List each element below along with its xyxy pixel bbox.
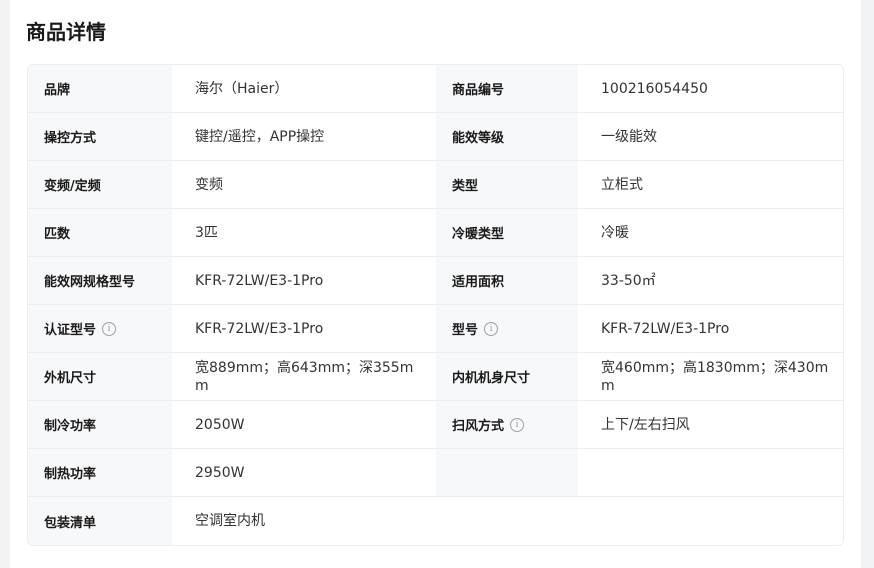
spec-value: 键控/遥控，APP操控 [195, 128, 325, 145]
spec-row: 操控方式 键控/遥控，APP操控 能效等级 一级能效 [28, 113, 843, 161]
spec-value: 2950W [195, 464, 245, 481]
spec-label: 包装清单 [28, 497, 172, 545]
section-title: 商品详情 [26, 20, 106, 44]
spec-value: 100216054450 [601, 80, 708, 97]
spec-label: 外机尺寸 [28, 353, 172, 400]
spec-value: 宽889mm；高643mm；深355mm [195, 359, 414, 394]
spec-row: 制冷功率 2050W 扫风方式 i 上下/左右扫风 [28, 401, 843, 449]
spec-row: 认证型号 i KFR-72LW/E3-1Pro 型号 i KFR-72LW/E3… [28, 305, 843, 353]
spec-label-with-info: 扫风方式 i [436, 401, 578, 448]
spec-label: 冷暖类型 [436, 209, 578, 256]
spec-value: 3匹 [195, 224, 218, 241]
spec-label: 内机机身尺寸 [436, 353, 578, 400]
spec-value: 空调室内机 [195, 513, 265, 529]
spec-label-with-info: 型号 i [436, 305, 578, 352]
spec-label: 适用面积 [436, 257, 578, 304]
spec-row: 能效网规格型号 KFR-72LW/E3-1Pro 适用面积 33-50㎡ [28, 257, 843, 305]
spec-row: 包装清单 空调室内机 [28, 497, 843, 545]
spec-value: 上下/左右扫风 [601, 416, 690, 433]
spec-row: 变频/定频 变频 类型 立柜式 [28, 161, 843, 209]
spec-value: 2050W [195, 416, 245, 433]
product-detail-panel: 商品详情 品牌 海尔（Haier） 商品编号 100216054450 操控方式… [10, 0, 861, 568]
spec-label-text: 型号 [452, 323, 479, 338]
spec-row: 外机尺寸 宽889mm；高643mm；深355mm 内机机身尺寸 宽460mm；… [28, 353, 843, 401]
spec-table: 品牌 海尔（Haier） 商品编号 100216054450 操控方式 键控/遥… [27, 64, 844, 546]
spec-label: 类型 [436, 161, 578, 208]
spec-value: 冷暖 [601, 224, 629, 241]
spec-value: KFR-72LW/E3-1Pro [195, 272, 324, 289]
spec-label: 制热功率 [28, 449, 172, 496]
spec-value: KFR-72LW/E3-1Pro [601, 320, 730, 337]
spec-label: 变频/定频 [28, 161, 172, 208]
info-icon[interactable]: i [510, 417, 525, 432]
spec-label: 能效等级 [436, 113, 578, 160]
spec-label: 能效网规格型号 [28, 257, 172, 304]
info-icon[interactable]: i [484, 321, 499, 336]
spec-label: 匹数 [28, 209, 172, 256]
spec-label-with-info: 认证型号 i [28, 305, 172, 352]
spec-label: 操控方式 [28, 113, 172, 160]
spec-row: 品牌 海尔（Haier） 商品编号 100216054450 [28, 65, 843, 113]
spec-value: 宽460mm；高1830mm；深430mm [601, 359, 829, 394]
spec-label: 品牌 [28, 65, 172, 112]
spec-row: 匹数 3匹 冷暖类型 冷暖 [28, 209, 843, 257]
spec-label-empty [436, 449, 578, 496]
spec-value: 一级能效 [601, 128, 657, 145]
info-icon[interactable]: i [102, 321, 117, 336]
spec-label-text: 认证型号 [44, 323, 97, 338]
spec-row: 制热功率 2950W [28, 449, 843, 497]
spec-label: 制冷功率 [28, 401, 172, 448]
spec-label: 商品编号 [436, 65, 578, 112]
spec-value: 海尔（Haier） [195, 80, 289, 97]
spec-value: 变频 [195, 176, 223, 193]
spec-value: KFR-72LW/E3-1Pro [195, 320, 324, 337]
spec-value: 立柜式 [601, 176, 643, 193]
spec-value: 33-50㎡ [601, 272, 656, 289]
spec-label-text: 扫风方式 [452, 419, 505, 434]
spec-value-empty [578, 449, 843, 496]
